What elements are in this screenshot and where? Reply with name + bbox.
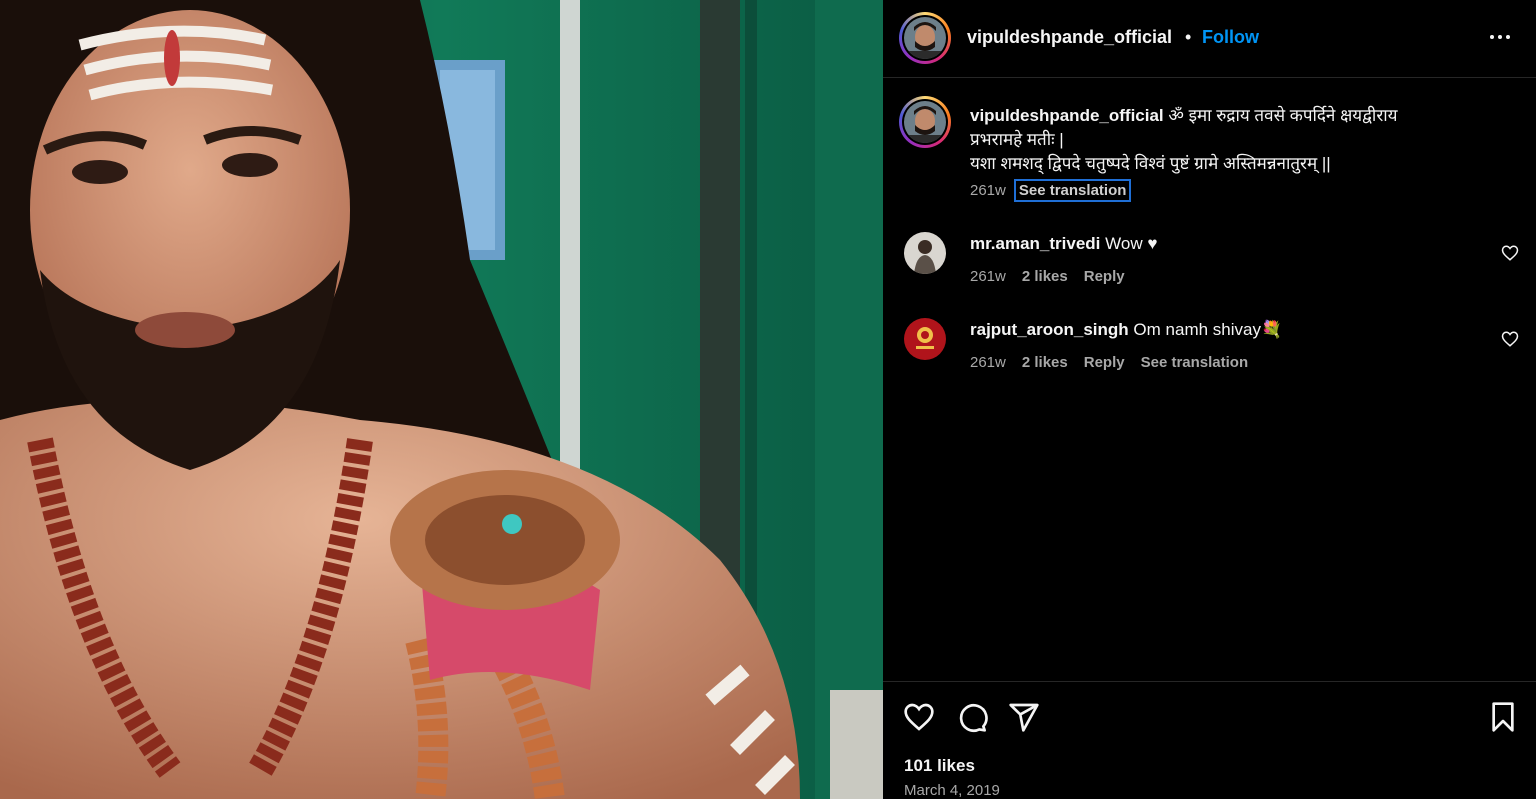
caption-line-2: प्रभरामहे मतीः | [970,130,1064,149]
likes-count[interactable]: 101 likes [904,756,975,776]
commenter-photo [904,318,946,360]
comment-time: 261w [970,354,1006,371]
heart-icon[interactable] [903,701,935,733]
post-image[interactable] [0,0,883,799]
separator-dot: • [1185,27,1192,47]
comment-like-heart-icon[interactable] [1501,244,1519,262]
follow-button[interactable]: Follow [1202,27,1259,48]
author-username[interactable]: vipuldeshpande_official [967,27,1172,48]
comment-username[interactable]: mr.aman_trivedi [970,234,1100,253]
post-photo-illustration [0,0,883,799]
post-actions: 101 likes March 4, 2019 [883,681,1536,799]
share-icon[interactable] [1008,701,1040,733]
comment-username[interactable]: rajput_aroon_singh [970,320,1129,339]
post-details-panel: vipuldeshpande_official • Follow vipulde… [883,0,1536,799]
avatar-photo [904,17,946,59]
comment-meta: 261w 2 likes Reply [970,268,1125,285]
comment-likes[interactable]: 2 likes [1022,354,1068,371]
comment-time: 261w [970,268,1006,285]
more-options-icon[interactable] [1487,22,1513,52]
caption-text: vipuldeshpande_official ॐ इमा रुद्राय तव… [970,104,1490,176]
comment-meta: 261w 2 likes Reply See translation [970,354,1248,371]
comment-body: Wow ♥ [1105,234,1158,253]
comment-item: mr.aman_trivedi Wow ♥ 261w 2 likes Reply [883,232,1536,302]
comment-likes[interactable]: 2 likes [1022,268,1068,285]
post-date: March 4, 2019 [904,782,1000,799]
caption-time: 261w [970,182,1006,199]
comment-see-translation-button[interactable]: See translation [1141,354,1249,371]
author-avatar[interactable] [899,12,951,64]
reply-button[interactable]: Reply [1084,268,1125,285]
see-translation-button[interactable]: See translation [1013,179,1132,202]
post-header: vipuldeshpande_official • Follow [883,0,1536,78]
comment-item: rajput_aroon_singh Om namh shivay💐 261w … [883,318,1536,388]
caption-author-avatar[interactable] [899,96,951,148]
comment-text: mr.aman_trivedi Wow ♥ [970,234,1157,254]
avatar-photo [904,101,946,143]
caption-line-1: ॐ इमा रुद्राय तवसे कपर्दिने क्षयद्वीराय [1168,106,1398,125]
caption-meta: 261w See translation [970,179,1132,202]
comment-body: Om namh shivay💐 [1133,320,1283,339]
commenter-photo [904,232,946,274]
comment-icon[interactable] [956,701,988,733]
comment-like-heart-icon[interactable] [1501,330,1519,348]
commenter-avatar[interactable] [904,232,946,274]
caption-username[interactable]: vipuldeshpande_official [970,106,1164,125]
caption-line-3: यशा शमशद् द्विपदे चतुष्पदे विश्वं पुष्टं… [970,154,1331,173]
reply-button[interactable]: Reply [1084,354,1125,371]
bookmark-icon[interactable] [1487,701,1519,733]
commenter-avatar[interactable] [904,318,946,360]
comment-text: rajput_aroon_singh Om namh shivay💐 [970,320,1282,340]
